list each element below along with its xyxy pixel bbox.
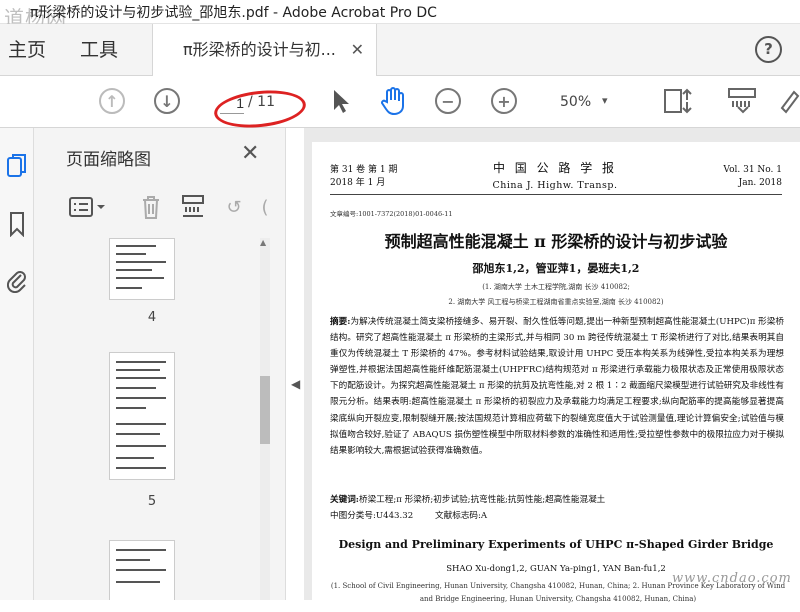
thumbnail-label: 5 bbox=[147, 494, 157, 509]
trash-icon bbox=[143, 196, 159, 219]
hand-tool-button[interactable] bbox=[378, 86, 408, 116]
fit-page-icon bbox=[664, 88, 692, 114]
main-toolbar: ↑ ↓ / 11 − + 50% ▾ bbox=[0, 76, 800, 128]
paper-title-english: Design and Preliminary Experiments of UH… bbox=[338, 538, 774, 551]
window-title: π形梁桥的设计与初步试验_邵旭东.pdf - Adobe Acrobat Pro… bbox=[30, 5, 437, 21]
thumbnail-scrollbar[interactable]: ▲ bbox=[260, 238, 270, 600]
page-down-icon: ↓ bbox=[154, 88, 180, 114]
tab-document-label: π形梁桥的设计与初... bbox=[183, 40, 336, 59]
zoom-select[interactable]: 50% ▾ bbox=[560, 94, 608, 110]
tab-document[interactable]: π形梁桥的设计与初... ✕ bbox=[152, 24, 377, 77]
attachment-icon[interactable] bbox=[6, 266, 28, 294]
delete-page-button[interactable] bbox=[138, 192, 164, 222]
paper-title: 预制超高性能混凝土 π 形梁桥的设计与初步试验 bbox=[384, 232, 728, 251]
watermark-footer: www.cndao.com bbox=[672, 571, 792, 586]
help-icon[interactable]: ? bbox=[755, 36, 782, 63]
thumbnail-panel: 页面缩略图 ✕ ↺ ( 4 5 ▲ bbox=[34, 128, 286, 600]
affiliation-1: (1. 湖南大学 土木工程学院,湖南 长沙 410082; bbox=[482, 283, 630, 291]
collapse-panel-icon[interactable]: ◀ bbox=[291, 377, 300, 391]
page-up-button[interactable]: ↑ bbox=[97, 86, 127, 116]
rotate-icon: ↺ bbox=[226, 196, 242, 218]
journal-volume: Vol. 31 No. 1 Jan. 2018 bbox=[723, 165, 782, 188]
thumbnail-page-5[interactable] bbox=[109, 352, 175, 480]
title-bar: 道杨网 π形梁桥的设计与初步试验_邵旭东.pdf - Adobe Acrobat… bbox=[0, 0, 800, 30]
pdf-page: 第 31 卷 第 1 期 2018 年 1 月 中 国 公 路 学 报 Chin… bbox=[312, 142, 800, 612]
panel-toolbar: ↺ ( bbox=[64, 192, 274, 222]
zoom-in-icon: + bbox=[491, 88, 517, 114]
zoom-value: 50% bbox=[560, 94, 592, 110]
journal-name: 中 国 公 路 学 报 China J. Highw. Transp. bbox=[492, 161, 618, 191]
list-options-icon bbox=[69, 197, 105, 217]
article-number: 文章编号:1001-7372(2018)01-0046-11 bbox=[330, 210, 453, 218]
tab-home[interactable]: 主页 bbox=[8, 24, 46, 76]
chevron-down-icon: ▾ bbox=[602, 94, 608, 107]
scroll-up-icon[interactable]: ▲ bbox=[260, 238, 266, 247]
rotate-page-button[interactable]: ↺ bbox=[220, 192, 248, 222]
panel-title: 页面缩略图 bbox=[66, 150, 151, 170]
zoom-out-button[interactable]: − bbox=[433, 86, 463, 116]
sign-button[interactable] bbox=[778, 86, 800, 116]
page-up-icon: ↑ bbox=[99, 88, 125, 114]
scrollbar-thumb[interactable] bbox=[260, 376, 270, 444]
paper-authors: 邵旭东1,2，管亚萍1，晏班夫1,2 bbox=[472, 262, 640, 275]
zoom-out-icon: − bbox=[435, 88, 461, 114]
document-view: 第 31 卷 第 1 期 2018 年 1 月 中 国 公 路 学 报 Chin… bbox=[304, 128, 800, 612]
page-down-button[interactable]: ↓ bbox=[152, 86, 182, 116]
page-extract-icon bbox=[182, 195, 204, 217]
rotate-cw-icon: ( bbox=[261, 196, 269, 218]
thumbnail-list: 4 5 bbox=[34, 238, 270, 600]
journal-issue: 第 31 卷 第 1 期 2018 年 1 月 bbox=[330, 165, 398, 188]
page-thumbnails-icon[interactable] bbox=[6, 152, 28, 180]
tab-tools[interactable]: 工具 bbox=[80, 24, 118, 76]
select-cursor-icon bbox=[334, 90, 349, 113]
thumbnail-page-4[interactable] bbox=[109, 238, 175, 300]
affiliation-2: 2. 湖南大学 风工程与桥梁工程湖南省重点实验室,湖南 长沙 410082) bbox=[448, 298, 664, 306]
abstract: 摘要:为解决传统混凝土简支梁桥接缝多、易开裂、耐久性低等问题,提出一种新型预制超… bbox=[330, 317, 784, 456]
thumbnail-options-button[interactable] bbox=[66, 192, 110, 222]
zoom-in-button[interactable]: + bbox=[489, 86, 519, 116]
keywords-block: 关键词:桥梁工程;π 形梁桥;初步试验;抗弯性能;抗剪性能;超高性能混凝土 中图… bbox=[330, 495, 606, 521]
bookmark-icon[interactable] bbox=[6, 210, 28, 238]
rotate-cw-button[interactable]: ( bbox=[256, 192, 274, 222]
thumbnail-label: 4 bbox=[147, 310, 157, 325]
panel-close-icon[interactable]: ✕ bbox=[241, 141, 259, 166]
scroll-mode-icon bbox=[728, 88, 756, 114]
header-rule bbox=[330, 194, 782, 195]
select-tool-button[interactable] bbox=[325, 86, 355, 116]
thumbnail-page-6[interactable] bbox=[109, 540, 175, 600]
left-rail bbox=[0, 128, 34, 600]
scroll-mode-button[interactable] bbox=[726, 86, 760, 116]
sign-icon bbox=[780, 90, 800, 114]
extract-page-button[interactable] bbox=[179, 192, 207, 222]
tab-close-icon[interactable]: ✕ bbox=[351, 24, 364, 76]
fit-page-button[interactable] bbox=[660, 86, 700, 116]
tab-bar: 主页 工具 π形梁桥的设计与初... ✕ ? bbox=[0, 24, 800, 77]
hand-tool-icon bbox=[381, 87, 404, 116]
